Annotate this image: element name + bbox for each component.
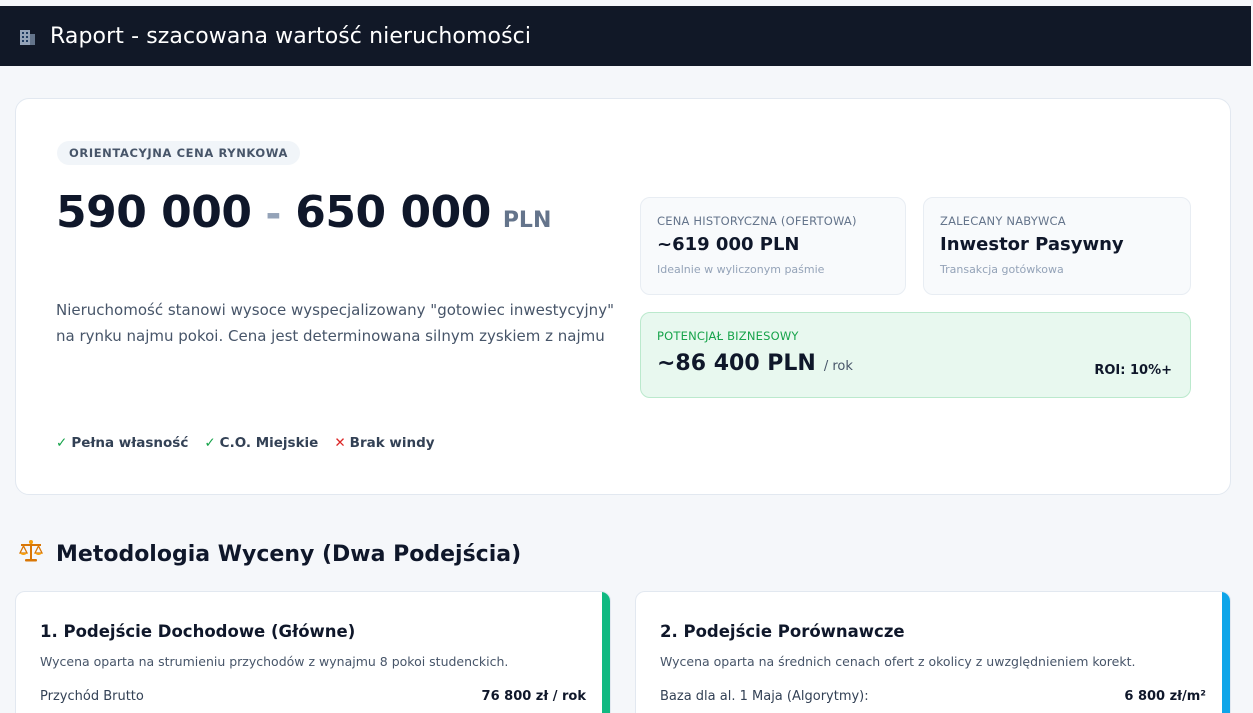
accent-bar	[602, 592, 610, 713]
card-value: ~619 000 PLN	[657, 234, 800, 255]
check-icon: ✓	[56, 435, 68, 451]
annual-income-period: / rok	[823, 359, 853, 374]
card-label: POTENCJAŁ BIZNESOWY	[657, 329, 799, 343]
income-approach-card: 1. Podejście Dochodowe (Główne) Wycena o…	[15, 591, 611, 713]
historical-price-card: CENA HISTORYCZNA (OFERTOWA) ~619 000 PLN…	[640, 197, 906, 295]
row-value: 6 800 zł/m²	[1124, 689, 1206, 704]
price-high: 650 000	[295, 187, 491, 238]
feature-label: C.O. Miejskie	[219, 435, 319, 451]
feature-label: Pełna własność	[71, 435, 189, 451]
feature-ownership: ✓ Pełna własność	[56, 435, 188, 451]
recommended-buyer-card: ZALECANY NABYWCA Inwestor Pasywny Transa…	[923, 197, 1191, 295]
check-icon: ✓	[204, 435, 216, 451]
cross-icon: ✕	[334, 435, 346, 451]
business-potential-card: POTENCJAŁ BIZNESOWY ~86 400 PLN / rok RO…	[640, 312, 1191, 398]
scales-icon	[18, 538, 44, 570]
section-title: Metodologia Wyceny (Dwa Podejścia)	[56, 541, 522, 567]
approach-row: Przychód Brutto 76 800 zł / rok	[40, 689, 586, 704]
accent-bar	[1222, 592, 1230, 713]
price-separator: -	[265, 192, 282, 236]
property-description: Nieruchomość stanowi wysoce wyspecjalizo…	[56, 301, 614, 345]
row-label: Przychód Brutto	[40, 689, 144, 704]
feature-elevator: ✕ Brak windy	[334, 435, 434, 451]
price-range: 590 000 - 650 000 PLN	[56, 187, 551, 238]
feature-heating: ✓ C.O. Miejskie	[204, 435, 318, 451]
card-label: CENA HISTORYCZNA (OFERTOWA)	[657, 214, 857, 228]
row-label: Baza dla al. 1 Maja (Algorytmy):	[660, 689, 869, 704]
price-currency: PLN	[502, 208, 552, 233]
approach-row: Baza dla al. 1 Maja (Algorytmy): 6 800 z…	[660, 689, 1206, 704]
approach-description: Wycena oparta na strumieniu przychodów z…	[40, 654, 509, 669]
card-label: ZALECANY NABYWCA	[940, 214, 1066, 228]
approach-description: Wycena oparta na średnich cenach ofert z…	[660, 654, 1136, 669]
top-bar: Raport - szacowana wartość nieruchomości	[0, 6, 1251, 66]
methodology-heading: Metodologia Wyceny (Dwa Podejścia)	[18, 538, 521, 570]
building-icon	[16, 25, 38, 47]
row-value: 76 800 zł / rok	[481, 689, 586, 704]
approach-title: 1. Podejście Dochodowe (Główne)	[40, 622, 356, 641]
annual-income-value: ~86 400 PLN	[657, 351, 816, 376]
approach-title: 2. Podejście Porównawcze	[660, 622, 905, 641]
card-subtext: Idealnie w wyliczonym paśmie	[657, 263, 825, 276]
card-subtext: Transakcja gotówkowa	[940, 263, 1064, 276]
card-value: Inwestor Pasywny	[940, 234, 1124, 255]
feature-list: ✓ Pełna własność ✓ C.O. Miejskie ✕ Brak …	[56, 435, 435, 451]
roi-badge: ROI: 10%+	[1094, 363, 1172, 378]
comparative-approach-card: 2. Podejście Porównawcze Wycena oparta n…	[635, 591, 1231, 713]
price-category-pill: ORIENTACYJNA CENA RYNKOWA	[57, 141, 301, 165]
price-summary-panel: ORIENTACYJNA CENA RYNKOWA 590 000 - 650 …	[15, 98, 1231, 495]
price-low: 590 000	[56, 187, 252, 238]
feature-label: Brak windy	[349, 435, 435, 451]
page-title: Raport - szacowana wartość nieruchomości	[50, 23, 532, 49]
